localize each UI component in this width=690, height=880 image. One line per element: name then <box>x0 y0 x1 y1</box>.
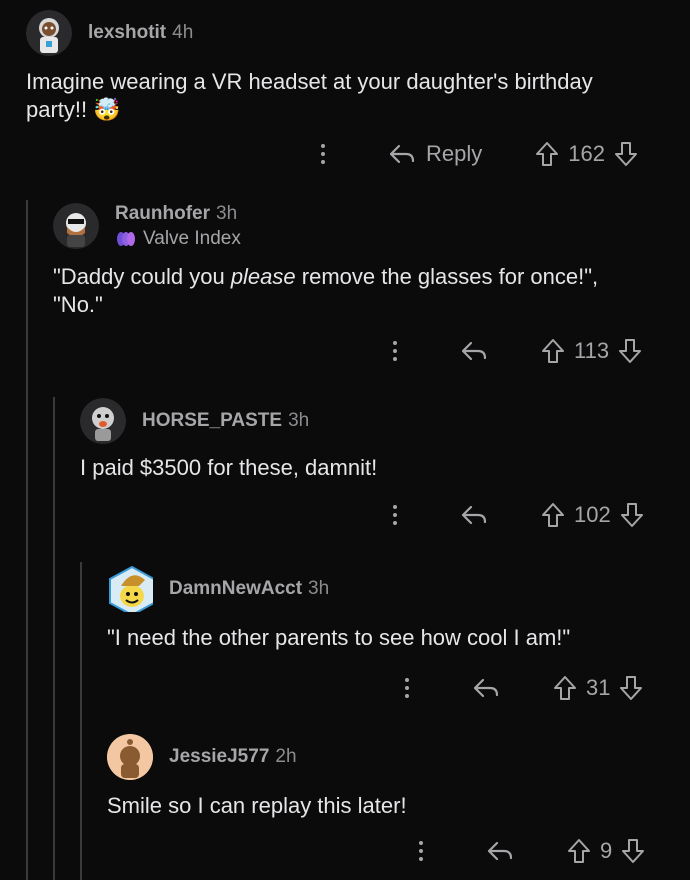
valve-index-icon <box>117 231 135 246</box>
more-options-icon[interactable] <box>390 341 400 361</box>
vote-score: 102 <box>574 502 611 527</box>
reply-button[interactable] <box>472 677 500 699</box>
reply-button[interactable] <box>460 340 488 362</box>
username[interactable]: Raunhofer <box>115 203 210 225</box>
vote-score: 113 <box>574 338 610 363</box>
comment-header: Raunhofer 3h Valve Index <box>53 203 673 249</box>
username[interactable]: HORSE_PASTE <box>142 410 282 432</box>
comment-body: Imagine wearing a VR headset at your dau… <box>26 69 593 122</box>
timestamp: 3h <box>216 202 238 224</box>
reply-icon <box>389 144 415 164</box>
timestamp: 3h <box>308 578 330 599</box>
reply-icon <box>487 841 513 861</box>
avatar[interactable] <box>107 734 153 780</box>
vote-score: 31 <box>586 675 611 700</box>
comment-raunhofer: Raunhofer 3h Valve Index "Daddy could yo… <box>53 203 673 319</box>
reply-icon <box>461 341 487 361</box>
comment-header: DamnNewAcct 3h <box>107 566 677 612</box>
comment-body: Smile so I can replay this later! <box>107 793 407 818</box>
vote-score: 162 <box>568 141 605 166</box>
username[interactable]: DamnNewAcct <box>169 578 302 600</box>
comment-damnnewacct: DamnNewAcct 3h "I need the other parents… <box>107 566 677 652</box>
more-options-icon[interactable] <box>318 144 328 164</box>
comment-header: HORSE_PASTE 3h <box>80 398 670 444</box>
comment-body: I paid $3500 for these, damnit! <box>80 455 378 480</box>
comment-header: lexshotit 4h <box>26 10 666 56</box>
downvote-icon[interactable] <box>613 141 639 167</box>
thread-line-level-1[interactable] <box>26 200 28 880</box>
comment-actions: 102 <box>390 499 645 531</box>
emphasis-text: please <box>230 264 296 289</box>
comment-body: "Daddy could you please remove the glass… <box>53 264 599 317</box>
thread-line-level-2[interactable] <box>53 397 55 880</box>
upvote-icon[interactable] <box>552 675 578 701</box>
reply-button[interactable] <box>460 504 488 526</box>
downvote-icon[interactable] <box>619 502 645 528</box>
timestamp: 4h <box>172 22 194 43</box>
downvote-icon[interactable] <box>617 338 643 364</box>
upvote-icon[interactable] <box>534 141 560 167</box>
comment-lexshotit: lexshotit 4h Imagine wearing a VR headse… <box>26 10 666 124</box>
avatar[interactable] <box>80 398 126 444</box>
more-options-icon[interactable] <box>402 678 412 698</box>
upvote-icon[interactable] <box>566 838 592 864</box>
more-options-icon[interactable] <box>390 505 400 525</box>
reply-label: Reply <box>426 141 483 166</box>
avatar[interactable] <box>26 10 72 56</box>
user-flair: Valve Index <box>115 228 241 250</box>
thread-line-level-3[interactable] <box>80 562 82 880</box>
reply-icon <box>461 505 487 525</box>
timestamp: 2h <box>275 746 297 767</box>
comment-actions: 113 <box>390 335 643 367</box>
reply-button[interactable] <box>486 840 514 862</box>
avatar[interactable] <box>53 203 99 249</box>
username[interactable]: lexshotit <box>88 22 166 44</box>
upvote-icon[interactable] <box>540 502 566 528</box>
downvote-icon[interactable] <box>620 838 646 864</box>
comment-actions: 31 <box>402 672 644 704</box>
username[interactable]: JessieJ577 <box>169 746 269 768</box>
avatar[interactable] <box>107 566 153 612</box>
comment-actions: 9 <box>416 835 646 867</box>
comment-body: "I need the other parents to see how coo… <box>107 625 571 650</box>
comment-horse-paste: HORSE_PASTE 3h I paid $3500 for these, d… <box>80 398 670 482</box>
downvote-icon[interactable] <box>618 675 644 701</box>
flair-text: Valve Index <box>143 227 241 249</box>
timestamp: 3h <box>288 410 310 431</box>
reply-button[interactable]: Reply <box>388 141 482 167</box>
comment-actions: Reply 162 <box>318 138 639 170</box>
upvote-icon[interactable] <box>540 338 566 364</box>
more-options-icon[interactable] <box>416 841 426 861</box>
comment-jessiej577: JessieJ577 2h Smile so I can replay this… <box>107 734 677 820</box>
vote-score: 9 <box>600 838 613 863</box>
comment-header: JessieJ577 2h <box>107 734 677 780</box>
reply-icon <box>473 678 499 698</box>
